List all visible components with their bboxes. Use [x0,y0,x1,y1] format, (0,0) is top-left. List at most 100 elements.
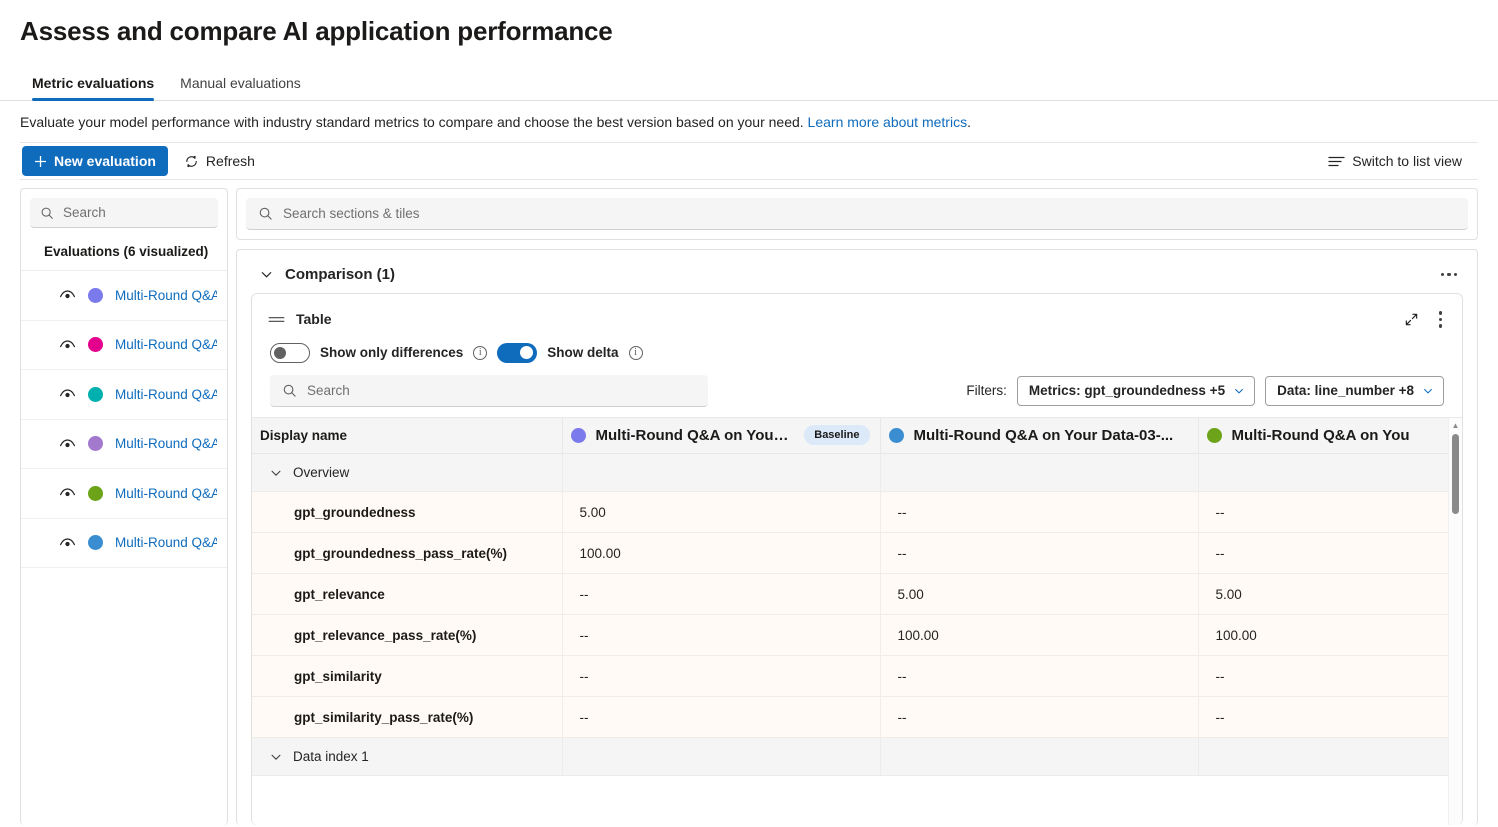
table-row: gpt_similarity -- -- -- [252,655,1462,697]
column-header-label: Multi-Round Q&A on Your ... [595,426,795,444]
evaluation-list-item[interactable]: Multi-Round Q&A [21,370,227,420]
command-bar: New evaluation Refresh Switch to list vi… [20,142,1478,180]
evaluation-name-link[interactable]: Multi-Round Q&A [115,535,217,550]
switch-to-list-view-button[interactable]: Switch to list view [1320,146,1470,176]
cell-value [573,464,580,481]
search-icon [40,206,54,220]
scrollbar-thumb[interactable] [1452,433,1459,514]
sections-tiles-search-placeholder: Search sections & tiles [283,206,420,221]
cell-value [891,748,898,765]
chevron-down-icon[interactable] [269,750,283,764]
table-group-row[interactable]: Overview [252,453,1462,492]
more-vertical-icon[interactable] [1433,308,1449,331]
chevron-down-icon[interactable] [269,466,283,480]
learn-more-link[interactable]: Learn more about metrics [808,114,968,130]
value-cell: 5.00 [562,491,881,533]
value-cell: -- [880,655,1199,697]
value-cell [1198,737,1462,776]
eye-icon[interactable] [59,487,76,499]
refresh-button[interactable]: Refresh [176,146,263,176]
table-column-header: Multi-Round Q&A on Your ... Baseline [562,417,881,454]
metrics-filter-dropdown[interactable]: Metrics: gpt_groundedness +5 [1016,375,1256,406]
plus-icon [34,155,47,168]
evaluations-heading: Evaluations (6 visualized) [21,232,227,271]
cell-value: -- [897,668,907,684]
chevron-down-icon[interactable] [259,267,274,282]
cell-value: 5.00 [1215,586,1242,602]
eye-icon[interactable] [59,289,76,301]
value-cell: -- [562,614,881,656]
table-group-row[interactable]: Data index 1 [252,737,1462,776]
main-panel: Search sections & tiles Comparison (1) T… [236,188,1478,825]
metric-label: gpt_similarity [294,668,382,684]
metric-label: gpt_similarity_pass_rate(%) [294,709,474,725]
value-cell [562,453,881,492]
value-cell [880,453,1199,492]
evaluation-list-item[interactable]: Multi-Round Q&A [21,469,227,519]
evaluation-color-dot [88,337,103,353]
cell-value [573,748,580,765]
new-evaluation-button[interactable]: New evaluation [22,146,168,176]
filters-label: Filters: [966,383,1007,398]
table-header: Display name Multi-Round Q&A on Your ... B… [252,417,1462,454]
table-row: gpt_groundedness_pass_rate(%) 100.00 -- -- [252,532,1462,574]
cell-value: -- [1215,709,1225,725]
cell-value: 100.00 [1215,627,1257,643]
value-cell: 100.00 [1198,614,1462,656]
evaluation-name-link[interactable]: Multi-Round Q&A [115,436,217,451]
eye-icon[interactable] [59,339,76,351]
more-horizontal-icon[interactable] [1437,269,1462,281]
value-cell [880,737,1199,776]
search-icon [282,383,297,398]
evaluation-color-dot [88,386,103,402]
group-label: Overview [293,465,350,480]
value-cell: -- [880,491,1199,533]
value-cell: -- [1198,696,1462,738]
sections-tiles-search-input[interactable]: Search sections & tiles [246,198,1468,230]
table-tile-title: Table [296,311,332,328]
table-row: gpt_groundedness 5.00 -- -- [252,491,1462,533]
expand-icon[interactable] [1404,312,1419,327]
row-name-cell: gpt_similarity_pass_rate(%) [252,696,563,738]
metric-label: gpt_groundedness [294,504,416,520]
chevron-down-icon [1233,385,1245,397]
evaluation-list-item[interactable]: Multi-Round Q&A [21,420,227,469]
row-name-cell: gpt_groundedness_pass_rate(%) [252,532,563,574]
evaluation-name-link[interactable]: Multi-Round Q&A [115,387,217,402]
data-filter-dropdown[interactable]: Data: line_number +8 [1265,375,1444,406]
new-evaluation-label: New evaluation [54,153,156,169]
column-header-label: Multi-Round Q&A on Your Data-03-... [913,426,1174,444]
page-title: Assess and compare AI application perfor… [20,16,613,46]
evaluation-list-item[interactable]: Multi-Round Q&A [21,519,227,568]
evaluation-name-link[interactable]: Multi-Round Q&A [115,288,217,303]
table-search-input[interactable]: Search [270,374,708,407]
info-icon[interactable]: i [473,345,488,360]
eye-icon[interactable] [59,438,76,450]
value-cell: -- [1198,655,1462,697]
tab-metric-evaluations[interactable]: Metric evaluations [32,75,155,101]
metric-label: gpt_groundedness_pass_rate(%) [294,545,508,561]
evaluation-name-link[interactable]: Multi-Round Q&A [115,486,217,501]
group-label: Data index 1 [293,749,369,764]
table-vertical-scrollbar[interactable]: ▲ [1448,417,1462,825]
comparison-section: Comparison (1) Table Show only differenc… [236,249,1478,825]
info-icon[interactable]: i [628,345,643,360]
row-name-cell: gpt_relevance [252,573,563,615]
tab-manual-evaluations[interactable]: Manual evaluations [180,75,301,100]
sidebar-search-input[interactable]: Search [30,198,218,228]
cell-value: -- [897,545,907,561]
evaluation-list-item[interactable]: Multi-Round Q&A [21,271,227,321]
column-header-label: Display name [260,427,348,443]
show-delta-toggle[interactable] [497,342,538,363]
drag-handle-icon[interactable] [268,314,285,325]
cell-value: -- [897,709,907,725]
column-header-label: Multi-Round Q&A on You [1231,426,1410,444]
show-only-differences-toggle[interactable] [270,342,310,363]
cell-value: -- [579,586,589,602]
evaluation-list-item[interactable]: Multi-Round Q&A [21,321,227,370]
scroll-up-arrow-icon[interactable]: ▲ [1452,421,1460,430]
evaluation-name-link[interactable]: Multi-Round Q&A [115,337,217,352]
content-area: Search Evaluations (6 visualized) Multi-… [0,180,1498,825]
eye-icon[interactable] [59,537,76,549]
eye-icon[interactable] [59,388,76,400]
